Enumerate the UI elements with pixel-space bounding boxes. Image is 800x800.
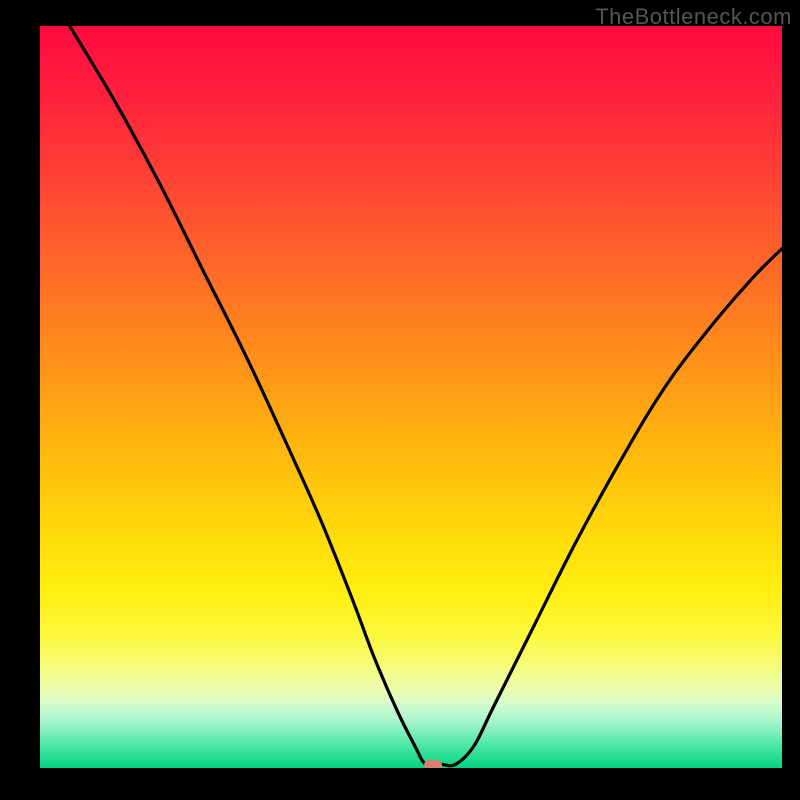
- plot-area: [40, 26, 782, 768]
- bottleneck-curve: [70, 26, 782, 766]
- curve-svg: [40, 26, 782, 768]
- optimal-point-marker: [424, 760, 442, 768]
- watermark-text: TheBottleneck.com: [595, 4, 792, 30]
- chart-frame: TheBottleneck.com: [0, 0, 800, 800]
